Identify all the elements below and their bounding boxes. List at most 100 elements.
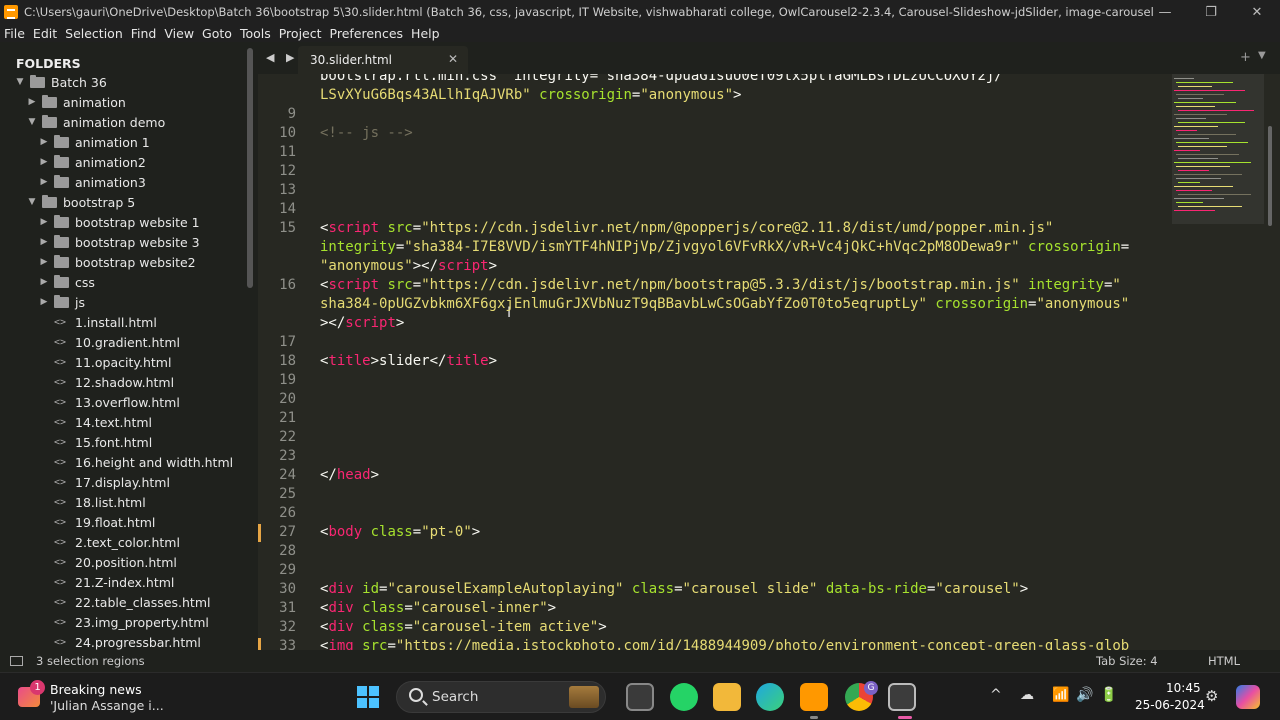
sidebar-scrollbar[interactable] <box>247 48 253 288</box>
code-line[interactable]: <title>slider</title> <box>320 353 497 369</box>
menu-preferences[interactable]: Preferences <box>330 26 404 41</box>
news-title[interactable]: Breaking news <box>50 682 142 697</box>
sidebar-file[interactable]: <> 16.height and width.html <box>38 452 233 472</box>
sidebar-folder[interactable]: ▶ css <box>38 272 95 292</box>
sublime-taskbar-icon[interactable] <box>800 683 828 711</box>
menu-edit[interactable]: Edit <box>33 26 57 41</box>
tab-30-slider[interactable]: 30.slider.html ✕ <box>298 46 468 74</box>
whatsapp-icon[interactable] <box>670 683 698 711</box>
tab-size-status[interactable]: Tab Size: 4 <box>1096 654 1158 668</box>
code-line[interactable]: bootstrap.rtl.min.css" integrity="sha384… <box>320 74 1003 84</box>
code-line[interactable]: sha384-0pUGZvbkm6XF6gxjEnlmuGrJXVbNuzT9q… <box>320 296 1129 312</box>
menu-file[interactable]: File <box>4 26 25 41</box>
panel-toggle-icon[interactable] <box>10 656 23 666</box>
sidebar-folder[interactable]: ▶ animation3 <box>38 172 146 192</box>
chevron-down-icon[interactable]: ▼ <box>14 77 26 87</box>
menu-project[interactable]: Project <box>279 26 322 41</box>
screen-recorder-icon[interactable] <box>888 683 916 711</box>
code-line[interactable]: LSvXYuG6Bqs43ALlhIqAJVRb" crossorigin="a… <box>320 87 741 103</box>
sidebar-file[interactable]: <> 12.shadow.html <box>38 372 174 392</box>
taskbar-search[interactable]: Search <box>396 681 606 713</box>
syntax-status[interactable]: HTML <box>1208 654 1240 668</box>
sidebar-file[interactable]: <> 11.opacity.html <box>38 352 171 372</box>
sidebar-folder[interactable]: ▼ Batch 36 <box>14 72 107 92</box>
sidebar-folder[interactable]: ▶ animation <box>26 92 126 112</box>
code-line[interactable]: <img src="https://media.istockphoto.com/… <box>320 638 1129 650</box>
tab-nav-arrows[interactable]: ◀ ▶ <box>266 51 298 64</box>
code-line[interactable]: ></script> <box>320 315 404 331</box>
settings-gear-icon[interactable]: ⚙ <box>1205 687 1218 705</box>
minimap[interactable] <box>1170 74 1280 650</box>
minimize-button[interactable]: — <box>1142 0 1188 24</box>
menu-view[interactable]: View <box>164 26 194 41</box>
sidebar-folder[interactable]: ▶ bootstrap website 3 <box>38 232 200 252</box>
editor-scrollbar[interactable] <box>1268 126 1272 226</box>
sidebar-folder[interactable]: ▶ bootstrap website 1 <box>38 212 200 232</box>
chevron-right-icon[interactable]: ▶ <box>38 157 50 167</box>
sidebar-file[interactable]: <> 18.list.html <box>38 492 146 512</box>
copilot-icon[interactable] <box>1236 685 1260 709</box>
maximize-button[interactable]: ❐ <box>1188 0 1234 24</box>
code-line[interactable]: <!-- js --> <box>320 125 413 141</box>
edge-icon[interactable] <box>756 683 784 711</box>
code-line[interactable]: <script src="https://cdn.jsdelivr.net/np… <box>320 220 1053 236</box>
chevron-right-icon[interactable]: ▶ <box>38 217 50 227</box>
menu-help[interactable]: Help <box>411 26 440 41</box>
chevron-right-icon[interactable]: ▶ <box>38 257 50 267</box>
sidebar-file[interactable]: <> 13.overflow.html <box>38 392 180 412</box>
menu-tools[interactable]: Tools <box>240 26 271 41</box>
volume-icon[interactable]: 🔊 <box>1076 687 1093 703</box>
chevron-right-icon[interactable]: ▶ <box>38 137 50 147</box>
start-button[interactable] <box>357 686 379 708</box>
battery-icon[interactable]: 🔋 <box>1100 687 1117 703</box>
code-line[interactable]: <div class="carousel-inner"> <box>320 600 556 616</box>
clock-time[interactable]: 10:45 <box>1166 681 1201 695</box>
close-window-button[interactable]: ✕ <box>1234 0 1280 24</box>
menu-find[interactable]: Find <box>131 26 157 41</box>
sidebar-file[interactable]: <> 24.progressbar.html <box>38 632 201 650</box>
code-line[interactable]: integrity = "sha384-I7E8VVD/ismYTF4hNIPjVp… <box>320 239 1129 255</box>
file-explorer-icon[interactable] <box>713 683 741 711</box>
sidebar-file[interactable]: <> 10.gradient.html <box>38 332 180 352</box>
code-line[interactable]: <div id="carouselExampleAutoplaying" cla… <box>320 581 1028 597</box>
chevron-right-icon[interactable]: ▶ <box>38 277 50 287</box>
chevron-right-icon[interactable]: ▶ <box>26 97 38 107</box>
sidebar-file[interactable]: <> 22.table_classes.html <box>38 592 210 612</box>
menu-goto[interactable]: Goto <box>202 26 232 41</box>
sidebar-file[interactable]: <> 20.position.html <box>38 552 177 572</box>
code-line[interactable]: <body class="pt-0"> <box>320 524 480 540</box>
tab-close-icon[interactable]: ✕ <box>448 52 458 66</box>
wifi-icon[interactable]: 📶 <box>1052 687 1069 703</box>
sidebar-file[interactable]: <> 1.install.html <box>38 312 157 332</box>
code-line[interactable]: <div class="carousel-item active"> <box>320 619 607 635</box>
code-editor[interactable]: I bootstrap.rtl.min.css" integrity="sha3… <box>258 74 1170 650</box>
code-line[interactable]: <script src="https://cdn.jsdelivr.net/np… <box>320 277 1121 293</box>
menu-selection[interactable]: Selection <box>65 26 123 41</box>
tab-list-icon[interactable]: ▼ <box>1258 50 1266 61</box>
sidebar-file[interactable]: <> 14.text.html <box>38 412 152 432</box>
sidebar-file[interactable]: <> 15.font.html <box>38 432 152 452</box>
sidebar-folder[interactable]: ▶ animation2 <box>38 152 146 172</box>
onedrive-icon[interactable]: ☁ <box>1020 687 1034 703</box>
clock-date[interactable]: 25-06-2024 <box>1135 698 1205 712</box>
chevron-down-icon[interactable]: ▼ <box>26 197 38 207</box>
sidebar-folder[interactable]: ▶ animation 1 <box>38 132 150 152</box>
code-line[interactable]: </head> <box>320 467 379 483</box>
chevron-right-icon[interactable]: ▶ <box>38 237 50 247</box>
sidebar-file[interactable]: <> 2.text_color.html <box>38 532 180 552</box>
sidebar-file[interactable]: <> 19.float.html <box>38 512 155 532</box>
news-subtitle[interactable]: 'Julian Assange i... <box>50 698 164 713</box>
chevron-right-icon[interactable]: ▶ <box>38 177 50 187</box>
sidebar-folder[interactable]: ▼ bootstrap 5 <box>26 192 135 212</box>
sidebar-file[interactable]: <> 21.Z-index.html <box>38 572 174 592</box>
new-tab-icon[interactable]: + <box>1240 50 1251 65</box>
tray-overflow-icon[interactable]: ^ <box>990 687 1002 703</box>
sidebar-folder[interactable]: ▶ bootstrap website2 <box>38 252 196 272</box>
sidebar-file[interactable]: <> 23.img_property.html <box>38 612 209 632</box>
task-view-icon[interactable] <box>626 683 654 711</box>
sidebar-folder[interactable]: ▼ animation demo <box>26 112 165 132</box>
sidebar-file[interactable]: <> 17.display.html <box>38 472 170 492</box>
sidebar-folder[interactable]: ▶ js <box>38 292 85 312</box>
chevron-right-icon[interactable]: ▶ <box>38 297 50 307</box>
code-line[interactable]: "anonymous"></script> <box>320 258 497 274</box>
